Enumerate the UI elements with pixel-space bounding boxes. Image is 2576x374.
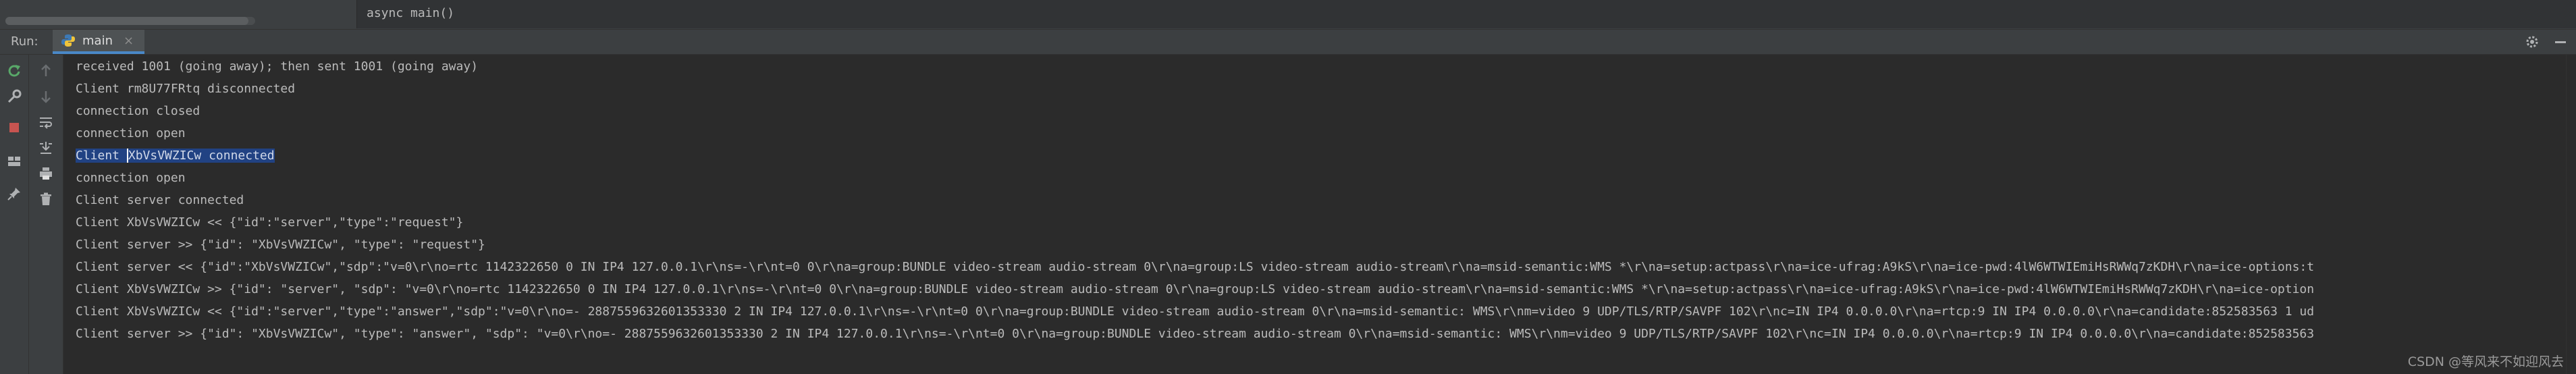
- console-line: Client server >> {"id": "XbVsVWZICw", "t…: [76, 327, 2315, 341]
- console-line: Client XbVsVWZICw >> {"id": "server", "s…: [76, 282, 2315, 296]
- selection-prefix: Client: [76, 149, 127, 163]
- gear-icon[interactable]: [2523, 33, 2541, 51]
- clear-all-button[interactable]: [35, 188, 57, 210]
- down-arrow-icon: [41, 91, 51, 103]
- rerun-button[interactable]: [3, 60, 25, 82]
- breadcrumb-bar: async main(): [356, 0, 2576, 28]
- console-line: Client XbVsVWZICw << {"id":"server","typ…: [76, 215, 464, 230]
- console-line: Client server << {"id":"XbVsVWZICw","sdp…: [76, 260, 2315, 274]
- vertical-scrollbar[interactable]: [2566, 55, 2576, 374]
- watermark: CSDN @等风来不如迎风去: [2407, 354, 2564, 369]
- console-line: Client rm8U77FRtq disconnected: [76, 82, 296, 96]
- console-output[interactable]: received 1001 (going away); then sent 10…: [63, 55, 2576, 374]
- console-line: connection closed: [76, 104, 200, 118]
- horizontal-scrollbar[interactable]: [5, 17, 255, 25]
- scroll-to-end-button[interactable]: [35, 137, 57, 159]
- editor-top-bar: async main(): [0, 0, 2576, 30]
- stop-button[interactable]: [3, 117, 25, 138]
- previous-occurrence-button[interactable]: [35, 60, 57, 82]
- console-line: Client server connected: [76, 193, 244, 207]
- breadcrumb-item[interactable]: async main(): [367, 6, 454, 20]
- console-line: Client server >> {"id": "XbVsVWZICw", "t…: [76, 238, 485, 252]
- next-occurrence-button[interactable]: [35, 86, 57, 107]
- wrench-icon: [7, 89, 22, 103]
- scrollbar-thumb[interactable]: [5, 17, 248, 25]
- selected-text: XbVsVWZICw connected: [126, 149, 275, 163]
- run-toolbar: Run: main ×: [0, 30, 2576, 55]
- python-icon: [61, 34, 75, 47]
- console-line: Client XbVsVWZICw << {"id":"server","typ…: [76, 304, 2315, 319]
- run-label: Run:: [11, 34, 38, 49]
- run-left-toolbar: [0, 55, 29, 374]
- layout-button[interactable]: [3, 151, 25, 172]
- settings-button[interactable]: [3, 86, 25, 107]
- stop-icon: [9, 123, 19, 132]
- console-left-toolbar: [29, 55, 63, 374]
- console-line: connection open: [76, 171, 186, 185]
- up-arrow-icon: [41, 64, 51, 76]
- run-tab-label: main: [82, 33, 113, 48]
- layout-icon: [8, 157, 20, 166]
- print-button[interactable]: [35, 163, 57, 184]
- run-toolbar-actions: [2523, 32, 2569, 51]
- console-line: connection open: [76, 126, 186, 140]
- rerun-icon: [8, 65, 20, 77]
- console-line: received 1001 (going away); then sent 10…: [76, 59, 479, 74]
- close-tab-icon[interactable]: ×: [124, 34, 134, 48]
- scroll-to-end-icon: [40, 142, 52, 154]
- run-tab-main[interactable]: main ×: [53, 30, 145, 54]
- soft-wrap-button[interactable]: [35, 111, 57, 133]
- print-icon: [40, 167, 52, 180]
- trash-icon: [41, 192, 51, 205]
- console-line-selected: Client XbVsVWZICw connected: [76, 147, 275, 165]
- minimize-icon[interactable]: [2552, 33, 2569, 51]
- soft-wrap-icon: [40, 117, 52, 129]
- pin-button[interactable]: [3, 183, 25, 205]
- pin-icon: [7, 188, 20, 201]
